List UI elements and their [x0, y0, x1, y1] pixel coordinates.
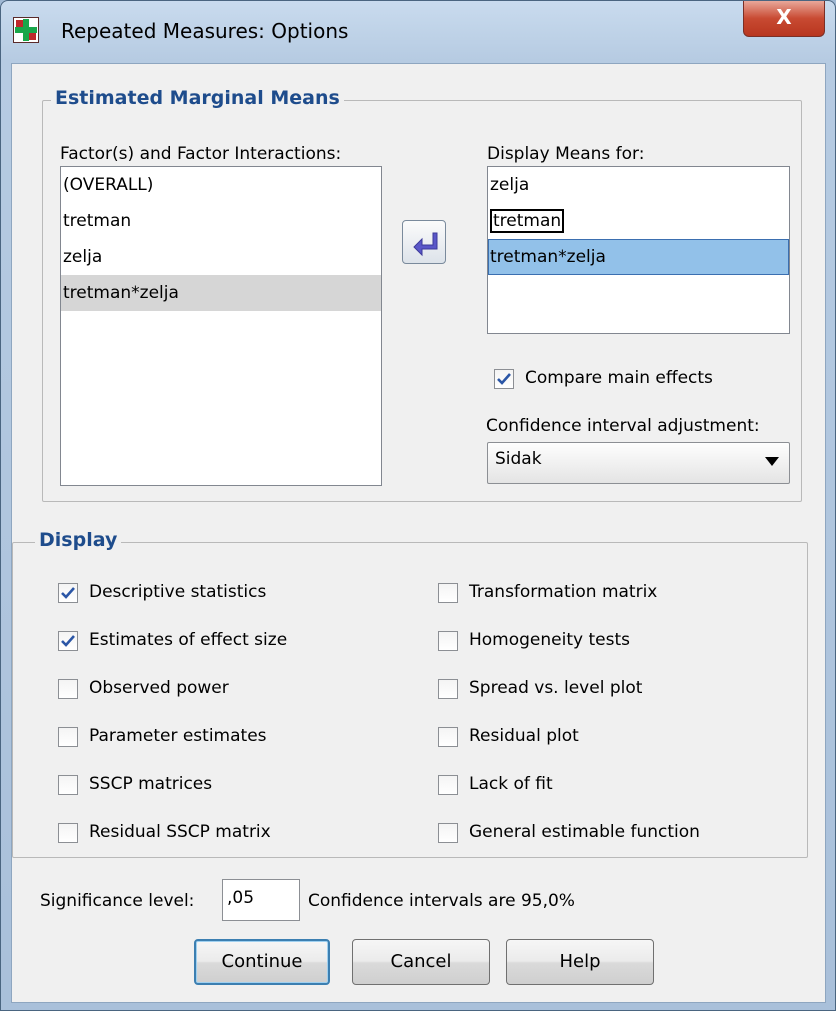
- effect-size-label: Estimates of effect size: [89, 630, 288, 650]
- checkmark-icon: [61, 587, 75, 599]
- spss-app-icon: [13, 17, 39, 43]
- help-button[interactable]: Help: [506, 939, 654, 985]
- residual-plot-label: Residual plot: [469, 726, 579, 746]
- arrow-left-icon: [413, 232, 438, 257]
- factors-listbox[interactable]: (OVERALL) tretman zelja tretman*zelja: [60, 166, 382, 486]
- sscp-matrices-label: SSCP matrices: [89, 774, 213, 794]
- close-button[interactable]: X: [743, 1, 825, 37]
- close-icon: X: [776, 5, 792, 29]
- spread-level-plot-label: Spread vs. level plot: [469, 678, 643, 698]
- continue-button[interactable]: Continue: [194, 939, 330, 985]
- emm-group-title: Estimated Marginal Means: [51, 87, 344, 109]
- move-to-display-button[interactable]: [402, 220, 446, 264]
- factor-item-overall[interactable]: (OVERALL): [61, 167, 381, 203]
- display-item-zelja[interactable]: zelja: [488, 167, 789, 203]
- ci-adjustment-label: Confidence interval adjustment:: [486, 416, 760, 436]
- general-estimable-function-box[interactable]: [438, 823, 458, 843]
- display-item-tretman-text: tretman: [490, 209, 565, 233]
- lack-of-fit-checkbox[interactable]: Lack of fit: [438, 774, 798, 798]
- spread-level-plot-box[interactable]: [438, 679, 458, 699]
- cancel-button[interactable]: Cancel: [352, 939, 490, 985]
- factor-item-tretman[interactable]: tretman: [61, 203, 381, 239]
- compare-main-effects-checkbox[interactable]: Compare main effects: [494, 368, 774, 392]
- transformation-matrix-label: Transformation matrix: [469, 582, 658, 602]
- general-estimable-function-checkbox[interactable]: General estimable function: [438, 822, 798, 846]
- observed-power-box[interactable]: [58, 679, 78, 699]
- residual-sscp-label: Residual SSCP matrix: [89, 822, 271, 842]
- general-estimable-function-label: General estimable function: [469, 822, 700, 842]
- transformation-matrix-checkbox[interactable]: Transformation matrix: [438, 582, 798, 606]
- residual-plot-box[interactable]: [438, 727, 458, 747]
- parameter-estimates-box[interactable]: [58, 727, 78, 747]
- dialog-body: Estimated Marginal Means Factor(s) and F…: [11, 63, 826, 1003]
- sscp-matrices-box[interactable]: [58, 775, 78, 795]
- display-item-tretman[interactable]: tretman: [488, 203, 789, 239]
- options-dialog: Repeated Measures: Options X Estimated M…: [0, 0, 836, 1011]
- observed-power-label: Observed power: [89, 678, 229, 698]
- display-group-title: Display: [35, 529, 122, 551]
- title-bar[interactable]: Repeated Measures: Options X: [1, 1, 835, 61]
- lack-of-fit-box[interactable]: [438, 775, 458, 795]
- confidence-interval-text: Confidence intervals are 95,0%: [308, 891, 575, 911]
- descriptive-statistics-checkbox[interactable]: Descriptive statistics: [58, 582, 358, 606]
- homogeneity-tests-label: Homogeneity tests: [469, 630, 630, 650]
- descriptive-statistics-label: Descriptive statistics: [89, 582, 267, 602]
- lack-of-fit-label: Lack of fit: [469, 774, 553, 794]
- chevron-down-icon: [765, 457, 779, 466]
- significance-level-input[interactable]: ,05: [222, 879, 300, 921]
- effect-size-checkbox[interactable]: Estimates of effect size: [58, 630, 358, 654]
- compare-main-effects-label: Compare main effects: [525, 368, 713, 388]
- homogeneity-tests-checkbox[interactable]: Homogeneity tests: [438, 630, 798, 654]
- compare-main-effects-box[interactable]: [494, 369, 514, 389]
- effect-size-box[interactable]: [58, 631, 78, 651]
- parameter-estimates-checkbox[interactable]: Parameter estimates: [58, 726, 358, 750]
- checkmark-icon: [497, 373, 511, 385]
- homogeneity-tests-box[interactable]: [438, 631, 458, 651]
- residual-sscp-box[interactable]: [58, 823, 78, 843]
- ci-adjustment-value: Sidak: [495, 449, 542, 469]
- descriptive-statistics-box[interactable]: [58, 583, 78, 603]
- parameter-estimates-label: Parameter estimates: [89, 726, 267, 746]
- residual-sscp-checkbox[interactable]: Residual SSCP matrix: [58, 822, 358, 846]
- display-means-listbox[interactable]: zelja tretman tretman*zelja: [487, 166, 790, 334]
- spread-level-plot-checkbox[interactable]: Spread vs. level plot: [438, 678, 798, 702]
- factor-item-zelja[interactable]: zelja: [61, 239, 381, 275]
- display-means-label: Display Means for:: [487, 144, 645, 164]
- ci-adjustment-select[interactable]: Sidak: [487, 442, 790, 484]
- factors-label: Factor(s) and Factor Interactions:: [60, 144, 342, 164]
- window-title: Repeated Measures: Options: [61, 19, 349, 43]
- significance-level-value: ,05: [227, 888, 255, 908]
- transformation-matrix-box[interactable]: [438, 583, 458, 603]
- observed-power-checkbox[interactable]: Observed power: [58, 678, 358, 702]
- sscp-matrices-checkbox[interactable]: SSCP matrices: [58, 774, 358, 798]
- significance-level-label: Significance level:: [40, 891, 195, 911]
- display-item-tretman-zelja[interactable]: tretman*zelja: [488, 239, 789, 275]
- factor-item-tretman-zelja[interactable]: tretman*zelja: [61, 275, 381, 311]
- residual-plot-checkbox[interactable]: Residual plot: [438, 726, 798, 750]
- checkmark-icon: [61, 635, 75, 647]
